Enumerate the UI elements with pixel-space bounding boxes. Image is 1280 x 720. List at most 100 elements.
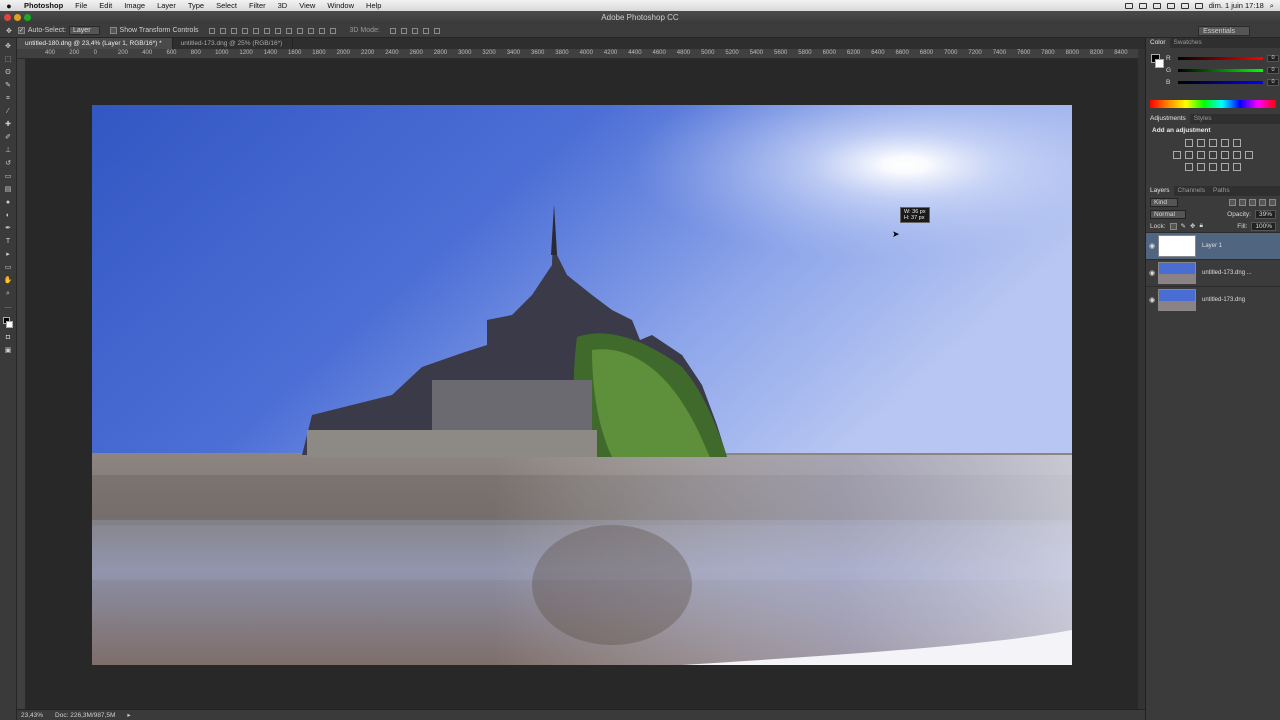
curves-icon[interactable] xyxy=(1209,139,1217,147)
menu-select[interactable]: Select xyxy=(210,1,243,10)
distribute-icon[interactable] xyxy=(285,27,292,34)
gradient-map-icon[interactable] xyxy=(1233,163,1241,171)
menu-file[interactable]: File xyxy=(69,1,93,10)
menu-window[interactable]: Window xyxy=(321,1,360,10)
workspace-switcher[interactable]: Essentials xyxy=(1198,26,1250,36)
posterize-icon[interactable] xyxy=(1197,163,1205,171)
filter-pixel-icon[interactable] xyxy=(1229,198,1236,206)
pen-tool-icon[interactable]: ✒ xyxy=(4,224,13,233)
lock-position-icon[interactable]: ✥ xyxy=(1190,222,1195,230)
vibrance-icon[interactable] xyxy=(1173,151,1181,159)
auto-select-dropdown[interactable]: Layer xyxy=(69,26,100,35)
crop-tool-icon[interactable]: ⌗ xyxy=(4,94,13,103)
black-white-icon[interactable] xyxy=(1209,151,1217,159)
tab-paths[interactable]: Paths xyxy=(1209,186,1234,196)
path-select-tool-icon[interactable]: ▸ xyxy=(4,250,13,259)
green-value[interactable]: 0 xyxy=(1267,66,1279,74)
menu-3d[interactable]: 3D xyxy=(272,1,294,10)
layer-row[interactable]: ◉ untitled-173.dng xyxy=(1146,286,1280,313)
document-image[interactable] xyxy=(92,105,1072,665)
layer-name[interactable]: Layer 1 xyxy=(1202,243,1222,249)
stamp-tool-icon[interactable]: ⊥ xyxy=(4,146,13,155)
3d-scale-icon[interactable] xyxy=(433,27,440,34)
filter-adjustment-icon[interactable] xyxy=(1239,198,1246,206)
dodge-tool-icon[interactable]: ◐ xyxy=(4,211,13,220)
menu-help[interactable]: Help xyxy=(360,1,387,10)
eye-icon[interactable]: ◉ xyxy=(1146,269,1158,277)
invert-icon[interactable] xyxy=(1185,163,1193,171)
tab-channels[interactable]: Channels xyxy=(1174,186,1209,196)
align-icon[interactable] xyxy=(230,27,237,34)
layer-name[interactable]: untitled-173.dng ... xyxy=(1202,270,1252,276)
search-icon[interactable]: ⌕ xyxy=(1270,1,1274,11)
auto-select-checkbox[interactable] xyxy=(17,27,25,34)
color-balance-icon[interactable] xyxy=(1197,151,1205,159)
zoom-tool-icon[interactable]: ⌕ xyxy=(4,289,13,298)
brush-tool-icon[interactable]: ✐ xyxy=(4,133,13,142)
layer-row[interactable]: ◉ untitled-173.dng ... xyxy=(1146,259,1280,286)
3d-slide-icon[interactable] xyxy=(422,27,429,34)
tab-untitled-180[interactable]: untitled-180.dng @ 23,4% (Layer 1, RGB/1… xyxy=(17,38,173,49)
vertical-scrollbar[interactable] xyxy=(1138,49,1145,709)
volume-icon[interactable] xyxy=(1180,2,1189,9)
channel-mixer-icon[interactable] xyxy=(1233,151,1241,159)
red-value[interactable]: 0 xyxy=(1267,54,1279,62)
hue-saturation-icon[interactable] xyxy=(1185,151,1193,159)
tab-swatches[interactable]: Swatches xyxy=(1170,38,1206,48)
apple-menu-icon[interactable]: ● xyxy=(0,1,18,11)
threshold-icon[interactable] xyxy=(1209,163,1217,171)
lasso-tool-icon[interactable]: ʘ xyxy=(4,68,13,77)
tab-styles[interactable]: Styles xyxy=(1190,114,1216,124)
menu-view[interactable]: View xyxy=(293,1,321,10)
menu-image[interactable]: Image xyxy=(118,1,151,10)
align-icon[interactable] xyxy=(241,27,248,34)
tab-color[interactable]: Color xyxy=(1146,38,1170,48)
screen-mode-icon[interactable]: ▣ xyxy=(4,346,13,355)
marquee-tool-icon[interactable]: ⬚ xyxy=(4,55,13,64)
vertical-ruler[interactable] xyxy=(17,59,26,709)
3d-pan-icon[interactable] xyxy=(411,27,418,34)
align-icon[interactable] xyxy=(252,27,259,34)
3d-roll-icon[interactable] xyxy=(400,27,407,34)
canvas-area[interactable]: W: 36 px H: 37 px ➤ xyxy=(26,59,1138,709)
status-icon[interactable] xyxy=(1138,2,1147,9)
more-tools-icon[interactable]: … xyxy=(4,302,13,311)
battery-icon[interactable] xyxy=(1194,2,1203,9)
distribute-icon[interactable] xyxy=(329,27,336,34)
zoom-level[interactable]: 23,43% xyxy=(21,712,43,719)
background-color-swatch[interactable] xyxy=(1155,59,1164,68)
distribute-icon[interactable] xyxy=(318,27,325,34)
layer-name[interactable]: untitled-173.dng xyxy=(1202,297,1245,303)
color-swatches[interactable] xyxy=(3,317,13,329)
fill-input[interactable]: 100% xyxy=(1251,221,1276,231)
exposure-icon[interactable] xyxy=(1221,139,1229,147)
layer-row[interactable]: ◉ Layer 1 xyxy=(1146,232,1280,259)
move-tool-icon[interactable]: ✥ xyxy=(6,27,12,35)
blend-mode-dropdown[interactable]: Normal xyxy=(1150,209,1186,219)
horizontal-ruler[interactable]: 400 200 0 200 400 600 800 1000 1200 1400 1600 1800 2… xyxy=(17,49,1145,59)
quick-select-tool-icon[interactable]: ✎ xyxy=(4,81,13,90)
distribute-icon[interactable] xyxy=(307,27,314,34)
distribute-icon[interactable] xyxy=(274,27,281,34)
tab-layers[interactable]: Layers xyxy=(1146,186,1174,196)
layer-filter-dropdown[interactable]: Kind xyxy=(1150,197,1179,207)
wifi-icon[interactable] xyxy=(1166,2,1175,9)
shape-tool-icon[interactable]: ▭ xyxy=(4,263,13,272)
background-color-swatch[interactable] xyxy=(6,321,13,328)
history-brush-tool-icon[interactable]: ↺ xyxy=(4,159,13,168)
green-slider[interactable] xyxy=(1178,68,1263,72)
blur-tool-icon[interactable]: ● xyxy=(4,198,13,207)
gradient-triangle-icon[interactable] xyxy=(1233,139,1241,147)
align-icon[interactable] xyxy=(208,27,215,34)
eye-icon[interactable]: ◉ xyxy=(1146,242,1158,250)
type-tool-icon[interactable]: T xyxy=(4,237,13,246)
photo-filter-icon[interactable] xyxy=(1221,151,1229,159)
clock[interactable]: dim. 1 juin 17:18 xyxy=(1209,1,1264,10)
blue-value[interactable]: 0 xyxy=(1267,78,1279,86)
quick-mask-icon[interactable]: ◘ xyxy=(4,333,13,342)
menu-edit[interactable]: Edit xyxy=(93,1,118,10)
doc-size[interactable]: Doc: 226,3M/987,5M xyxy=(55,712,115,719)
filter-smart-icon[interactable] xyxy=(1269,198,1276,206)
color-spectrum[interactable] xyxy=(1150,100,1276,108)
filter-type-icon[interactable] xyxy=(1249,198,1256,206)
